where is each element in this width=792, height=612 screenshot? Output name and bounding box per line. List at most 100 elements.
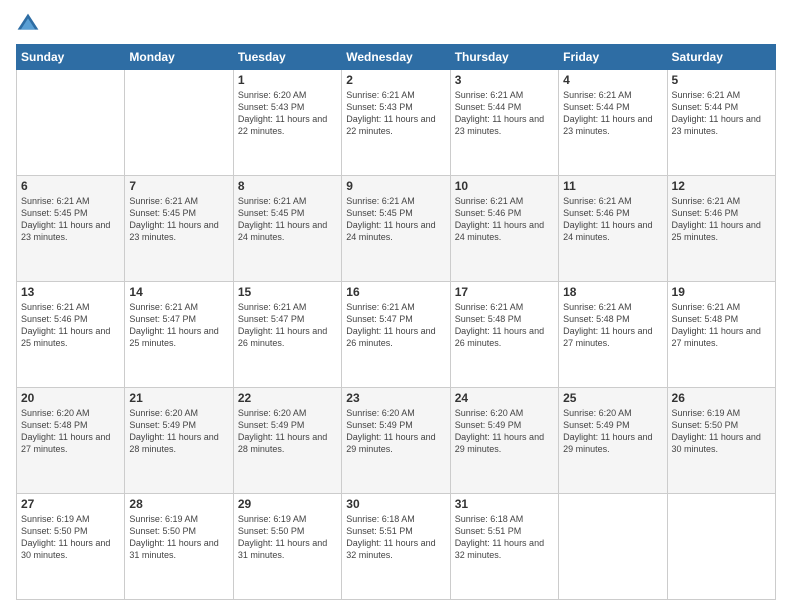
day-number: 22 — [238, 391, 337, 405]
calendar-week-3: 13Sunrise: 6:21 AM Sunset: 5:46 PM Dayli… — [17, 282, 776, 388]
calendar-cell: 2 Sunrise: 6:21 AM Sunset: 5:43 PM Daylig… — [342, 70, 450, 176]
calendar-cell: 9 Sunrise: 6:21 AM Sunset: 5:45 PM Daylig… — [342, 176, 450, 282]
day-number: 23 — [346, 391, 445, 405]
calendar-cell: 19 Sunrise: 6:21 AM Sunset: 5:48 PM Dayli… — [667, 282, 775, 388]
day-info: Sunrise: 6:21 AM Sunset: 5:46 PM Dayligh… — [563, 195, 662, 244]
day-info: Sunrise: 6:21 AM Sunset: 5:47 PM Dayligh… — [238, 301, 337, 350]
day-number: 21 — [129, 391, 228, 405]
calendar-cell: 30 Sunrise: 6:18 AM Sunset: 5:51 PM Dayli… — [342, 494, 450, 600]
day-info: Sunrise: 6:21 AM Sunset: 5:46 PM Dayligh… — [672, 195, 771, 244]
day-number: 13 — [21, 285, 120, 299]
calendar-week-2: 6Sunrise: 6:21 AM Sunset: 5:45 PM Daylig… — [17, 176, 776, 282]
day-number: 7 — [129, 179, 228, 193]
day-info: Sunrise: 6:21 AM Sunset: 5:45 PM Dayligh… — [346, 195, 445, 244]
calendar-cell: 28 Sunrise: 6:19 AM Sunset: 5:50 PM Dayli… — [125, 494, 233, 600]
day-number: 26 — [672, 391, 771, 405]
calendar-cell: 6Sunrise: 6:21 AM Sunset: 5:45 PM Daylig… — [17, 176, 125, 282]
day-info: Sunrise: 6:20 AM Sunset: 5:43 PM Dayligh… — [238, 89, 337, 138]
day-number: 17 — [455, 285, 554, 299]
calendar-cell: 18 Sunrise: 6:21 AM Sunset: 5:48 PM Dayli… — [559, 282, 667, 388]
day-info: Sunrise: 6:20 AM Sunset: 5:49 PM Dayligh… — [129, 407, 228, 456]
weekday-header-wednesday: Wednesday — [342, 45, 450, 70]
day-number: 18 — [563, 285, 662, 299]
calendar-cell — [559, 494, 667, 600]
calendar-cell: 14Sunrise: 6:21 AM Sunset: 5:47 PM Dayli… — [125, 282, 233, 388]
day-info: Sunrise: 6:18 AM Sunset: 5:51 PM Dayligh… — [346, 513, 445, 562]
day-number: 4 — [563, 73, 662, 87]
day-number: 29 — [238, 497, 337, 511]
day-number: 8 — [238, 179, 337, 193]
calendar-cell: 23 Sunrise: 6:20 AM Sunset: 5:49 PM Dayli… — [342, 388, 450, 494]
day-number: 15 — [238, 285, 337, 299]
calendar-cell: 11Sunrise: 6:21 AM Sunset: 5:46 PM Dayli… — [559, 176, 667, 282]
day-number: 1 — [238, 73, 337, 87]
calendar-cell: 25 Sunrise: 6:20 AM Sunset: 5:49 PM Dayli… — [559, 388, 667, 494]
calendar-table: SundayMondayTuesdayWednesdayThursdayFrid… — [16, 44, 776, 600]
weekday-header-tuesday: Tuesday — [233, 45, 341, 70]
calendar-cell — [125, 70, 233, 176]
day-info: Sunrise: 6:21 AM Sunset: 5:43 PM Dayligh… — [346, 89, 445, 138]
day-info: Sunrise: 6:21 AM Sunset: 5:44 PM Dayligh… — [455, 89, 554, 138]
weekday-header-sunday: Sunday — [17, 45, 125, 70]
logo — [16, 12, 44, 36]
calendar-cell: 17 Sunrise: 6:21 AM Sunset: 5:48 PM Dayli… — [450, 282, 558, 388]
day-info: Sunrise: 6:19 AM Sunset: 5:50 PM Dayligh… — [129, 513, 228, 562]
calendar-cell: 22 Sunrise: 6:20 AM Sunset: 5:49 PM Dayli… — [233, 388, 341, 494]
day-number: 12 — [672, 179, 771, 193]
day-number: 19 — [672, 285, 771, 299]
day-number: 27 — [21, 497, 120, 511]
day-number: 30 — [346, 497, 445, 511]
weekday-header-saturday: Saturday — [667, 45, 775, 70]
day-number: 28 — [129, 497, 228, 511]
calendar-cell: 16 Sunrise: 6:21 AM Sunset: 5:47 PM Dayli… — [342, 282, 450, 388]
page: SundayMondayTuesdayWednesdayThursdayFrid… — [0, 0, 792, 612]
calendar-cell: 5 Sunrise: 6:21 AM Sunset: 5:44 PM Daylig… — [667, 70, 775, 176]
calendar-cell: 27Sunrise: 6:19 AM Sunset: 5:50 PM Dayli… — [17, 494, 125, 600]
day-info: Sunrise: 6:21 AM Sunset: 5:45 PM Dayligh… — [21, 195, 120, 244]
weekday-header-monday: Monday — [125, 45, 233, 70]
day-number: 2 — [346, 73, 445, 87]
calendar-cell: 13Sunrise: 6:21 AM Sunset: 5:46 PM Dayli… — [17, 282, 125, 388]
calendar-cell: 21 Sunrise: 6:20 AM Sunset: 5:49 PM Dayli… — [125, 388, 233, 494]
calendar-cell: 26 Sunrise: 6:19 AM Sunset: 5:50 PM Dayli… — [667, 388, 775, 494]
day-info: Sunrise: 6:21 AM Sunset: 5:46 PM Dayligh… — [455, 195, 554, 244]
day-number: 31 — [455, 497, 554, 511]
weekday-header-row: SundayMondayTuesdayWednesdayThursdayFrid… — [17, 45, 776, 70]
day-info: Sunrise: 6:20 AM Sunset: 5:49 PM Dayligh… — [455, 407, 554, 456]
calendar-week-1: 1 Sunrise: 6:20 AM Sunset: 5:43 PM Daylig… — [17, 70, 776, 176]
day-number: 9 — [346, 179, 445, 193]
day-info: Sunrise: 6:21 AM Sunset: 5:48 PM Dayligh… — [672, 301, 771, 350]
header — [16, 12, 776, 36]
day-number: 14 — [129, 285, 228, 299]
weekday-header-friday: Friday — [559, 45, 667, 70]
calendar-cell: 12 Sunrise: 6:21 AM Sunset: 5:46 PM Dayli… — [667, 176, 775, 282]
day-info: Sunrise: 6:21 AM Sunset: 5:44 PM Dayligh… — [563, 89, 662, 138]
day-info: Sunrise: 6:19 AM Sunset: 5:50 PM Dayligh… — [238, 513, 337, 562]
day-info: Sunrise: 6:19 AM Sunset: 5:50 PM Dayligh… — [672, 407, 771, 456]
day-info: Sunrise: 6:21 AM Sunset: 5:45 PM Dayligh… — [129, 195, 228, 244]
day-number: 3 — [455, 73, 554, 87]
day-info: Sunrise: 6:21 AM Sunset: 5:48 PM Dayligh… — [455, 301, 554, 350]
logo-icon — [16, 12, 40, 36]
day-info: Sunrise: 6:21 AM Sunset: 5:48 PM Dayligh… — [563, 301, 662, 350]
day-info: Sunrise: 6:20 AM Sunset: 5:49 PM Dayligh… — [238, 407, 337, 456]
day-info: Sunrise: 6:20 AM Sunset: 5:48 PM Dayligh… — [21, 407, 120, 456]
calendar-cell: 1 Sunrise: 6:20 AM Sunset: 5:43 PM Daylig… — [233, 70, 341, 176]
day-number: 24 — [455, 391, 554, 405]
calendar-cell — [667, 494, 775, 600]
calendar-cell: 8 Sunrise: 6:21 AM Sunset: 5:45 PM Daylig… — [233, 176, 341, 282]
day-number: 16 — [346, 285, 445, 299]
day-number: 5 — [672, 73, 771, 87]
day-number: 20 — [21, 391, 120, 405]
day-info: Sunrise: 6:21 AM Sunset: 5:47 PM Dayligh… — [346, 301, 445, 350]
day-number: 25 — [563, 391, 662, 405]
day-info: Sunrise: 6:18 AM Sunset: 5:51 PM Dayligh… — [455, 513, 554, 562]
calendar-cell: 4 Sunrise: 6:21 AM Sunset: 5:44 PM Daylig… — [559, 70, 667, 176]
day-info: Sunrise: 6:21 AM Sunset: 5:44 PM Dayligh… — [672, 89, 771, 138]
calendar-cell: 24 Sunrise: 6:20 AM Sunset: 5:49 PM Dayli… — [450, 388, 558, 494]
day-number: 10 — [455, 179, 554, 193]
day-info: Sunrise: 6:20 AM Sunset: 5:49 PM Dayligh… — [563, 407, 662, 456]
day-info: Sunrise: 6:20 AM Sunset: 5:49 PM Dayligh… — [346, 407, 445, 456]
calendar-cell: 3 Sunrise: 6:21 AM Sunset: 5:44 PM Daylig… — [450, 70, 558, 176]
day-info: Sunrise: 6:21 AM Sunset: 5:45 PM Dayligh… — [238, 195, 337, 244]
